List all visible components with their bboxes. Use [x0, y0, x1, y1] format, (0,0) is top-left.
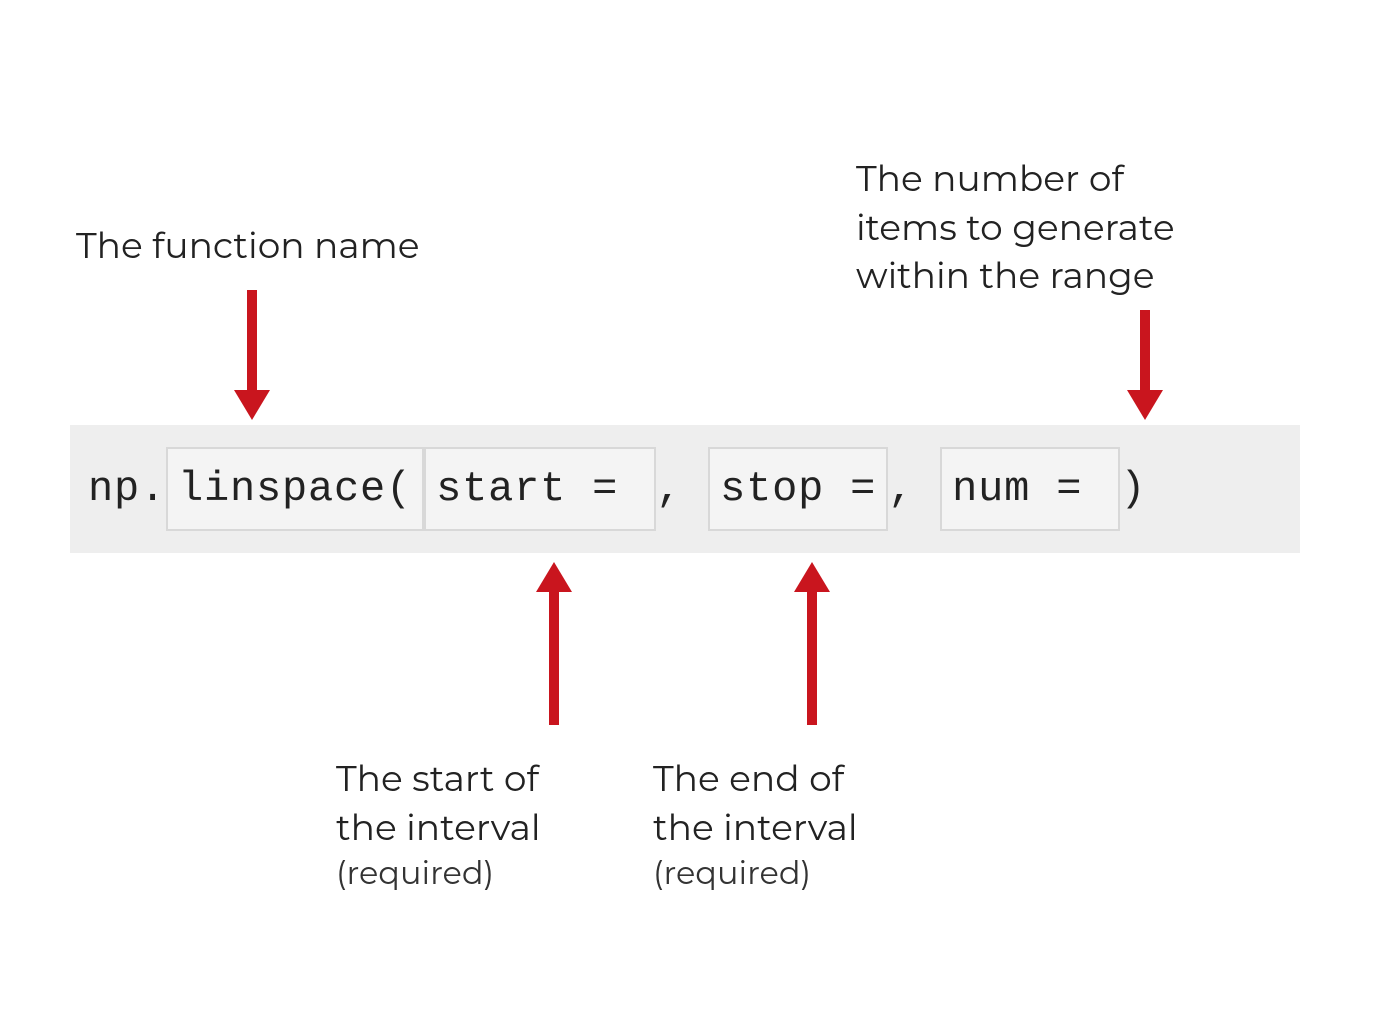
annotation-start: The start of the interval (required) [336, 755, 541, 895]
annotation-num-line1: The number of [856, 155, 1175, 204]
code-sep2: , [888, 465, 940, 513]
annotation-start-line1: The start of [336, 755, 541, 804]
code-strip: np. linspace( start = , stop = , num = ) [70, 425, 1300, 553]
annotation-num-line2: items to generate [856, 204, 1175, 253]
code-num-box: num = [940, 447, 1120, 531]
code-func-box: linspace( [166, 447, 424, 531]
diagram-canvas: The function name The number of items to… [0, 0, 1380, 1026]
code-suffix: ) [1120, 465, 1146, 513]
code-stop-box: stop = [708, 447, 888, 531]
annotation-function-name: The function name [76, 222, 420, 271]
annotation-start-required: (required) [336, 852, 541, 895]
annotation-num: The number of items to generate within t… [856, 155, 1175, 301]
annotation-end-required: (required) [653, 852, 858, 895]
code-prefix: np. [70, 465, 166, 513]
code-sep1: , [656, 465, 708, 513]
annotation-end-line1: The end of [653, 755, 858, 804]
annotation-end-line2: the interval [653, 804, 858, 853]
code-start-box: start = [424, 447, 656, 531]
annotation-num-line3: within the range [856, 252, 1175, 301]
annotation-start-line2: the interval [336, 804, 541, 853]
annotation-end: The end of the interval (required) [653, 755, 858, 895]
